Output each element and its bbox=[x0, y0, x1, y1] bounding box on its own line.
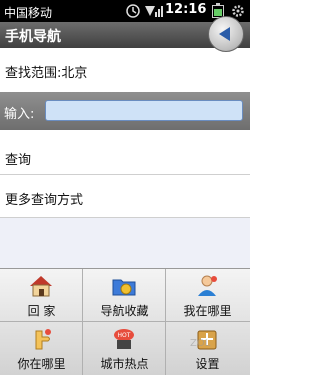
input-row: 输入: bbox=[0, 92, 250, 130]
input-label: 输入: bbox=[4, 107, 35, 122]
folder-icon bbox=[112, 279, 136, 296]
svg-text:HOT: HOT bbox=[118, 332, 131, 339]
more-options-row[interactable]: 更多查询方式 bbox=[0, 175, 250, 218]
status-bar: 中国移动 12:16 bbox=[0, 0, 250, 22]
query-label: 查询 bbox=[5, 153, 32, 168]
search-input[interactable] bbox=[45, 100, 243, 121]
blank-area bbox=[0, 218, 250, 268]
menu-label: 设置 bbox=[195, 357, 220, 371]
back-button[interactable] bbox=[208, 16, 244, 52]
menu-item-home[interactable]: 回 家 bbox=[0, 269, 83, 322]
menu-item-where-are-you[interactable]: 你在哪里 bbox=[0, 322, 83, 375]
gear-icon bbox=[232, 5, 244, 17]
menu-label: 回 家 bbox=[27, 304, 56, 318]
menu-grid: 回 家 导航收藏 我在哪里 你在哪里 HOT 城市热点 设置 bbox=[0, 268, 250, 375]
menu-label: 你在哪里 bbox=[17, 357, 66, 371]
menu-label: 我在哪里 bbox=[183, 304, 232, 318]
home-icon bbox=[30, 276, 52, 297]
query-row[interactable]: 查询 bbox=[0, 130, 250, 174]
menu-item-where-am-i[interactable]: 我在哪里 bbox=[166, 269, 250, 322]
menu-item-favorites[interactable]: 导航收藏 bbox=[83, 269, 166, 322]
carrier-name: 中国移动 bbox=[4, 6, 53, 20]
search-scope-row[interactable]: 查找范围:北京 bbox=[0, 48, 250, 92]
menu-label: 导航收藏 bbox=[100, 304, 149, 318]
hot-icon: HOT bbox=[114, 329, 134, 349]
search-scope-label: 查找范围:北京 bbox=[5, 66, 88, 81]
clock: 12:16 bbox=[165, 2, 207, 17]
menu-item-city-hotspots[interactable]: HOT 城市热点 bbox=[83, 322, 166, 375]
menu-label: 城市热点 bbox=[100, 357, 149, 371]
page-title: 手机导航 bbox=[5, 29, 61, 45]
hand-location-icon bbox=[35, 329, 51, 350]
watermark: ZOL bbox=[190, 338, 211, 349]
more-options-label: 更多查询方式 bbox=[5, 193, 84, 208]
person-location-icon bbox=[198, 275, 217, 296]
